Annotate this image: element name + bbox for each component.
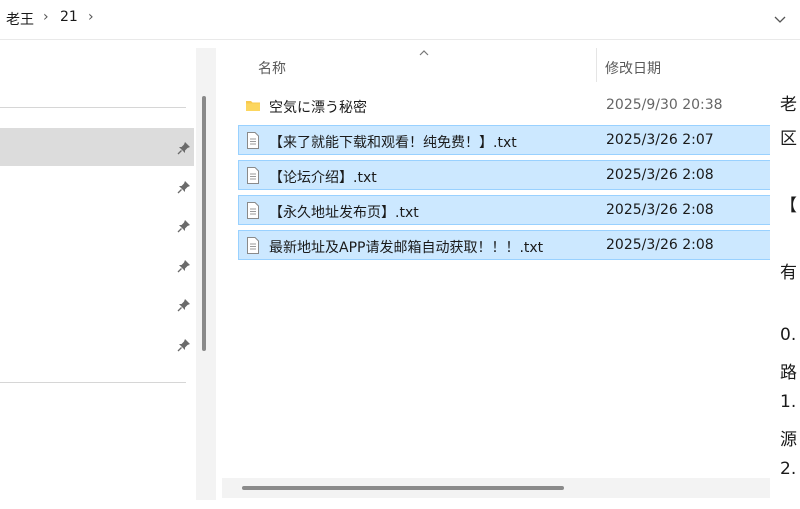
- pin-icon[interactable]: [177, 259, 191, 273]
- text-file-icon: [247, 167, 259, 184]
- file-row-selected[interactable]: 【永久地址发布页】.txt 2025/3/26 2:08: [238, 195, 770, 225]
- file-name: 【论坛介绍】.txt: [269, 170, 377, 186]
- text-file-icon: [247, 132, 259, 149]
- quick-access-item[interactable]: [0, 168, 194, 206]
- nav-divider: [0, 382, 186, 383]
- file-date: 2025/9/30 20:38: [606, 97, 723, 113]
- address-bar: 老王 › 21 ›: [0, 0, 800, 40]
- pin-icon[interactable]: [177, 180, 191, 194]
- breadcrumb-item-21[interactable]: 21: [60, 9, 78, 25]
- file-name: 最新地址及APP请发邮箱自动获取！！！.txt: [269, 240, 544, 256]
- nav-scrollbar[interactable]: [196, 48, 216, 500]
- file-name: 【来了就能下载和观看！纯免费！】.txt: [269, 135, 517, 151]
- preview-text-line: 老: [780, 95, 797, 115]
- chevron-down-icon[interactable]: [772, 11, 788, 27]
- nav-divider: [0, 107, 186, 108]
- quick-access-item[interactable]: [0, 286, 194, 324]
- file-row-selected[interactable]: 【论坛介绍】.txt 2025/3/26 2:08: [238, 160, 770, 190]
- preview-text-line: 源: [780, 430, 797, 450]
- column-header-name[interactable]: 名称: [258, 58, 286, 78]
- column-divider[interactable]: [596, 48, 597, 82]
- pin-icon[interactable]: [177, 338, 191, 352]
- pin-icon[interactable]: [177, 141, 191, 155]
- horizontal-scrollbar[interactable]: [222, 478, 770, 498]
- horizontal-scrollbar-thumb[interactable]: [242, 486, 564, 490]
- preview-text-line: 2.: [780, 459, 797, 479]
- sort-caret-icon: [419, 50, 429, 56]
- preview-text-line: 1.: [780, 392, 797, 412]
- column-header-modified[interactable]: 修改日期: [605, 58, 661, 78]
- text-file-icon: [247, 202, 259, 219]
- file-date: 2025/3/26 2:08: [606, 167, 714, 183]
- text-file-icon: [247, 237, 259, 254]
- preview-text-line: 路: [780, 363, 797, 383]
- file-name: 空気に漂う秘密: [269, 100, 367, 116]
- file-date: 2025/3/26 2:07: [606, 132, 714, 148]
- breadcrumb-separator[interactable]: ›: [43, 9, 49, 25]
- preview-text-line: 【: [780, 196, 797, 216]
- file-date: 2025/3/26 2:08: [606, 237, 714, 253]
- quick-access-item[interactable]: [0, 247, 194, 285]
- file-row-selected[interactable]: 【来了就能下载和观看！纯免费！】.txt 2025/3/26 2:07: [238, 125, 770, 155]
- folder-icon: [246, 101, 260, 111]
- file-list: 名称 修改日期 空気に漂う秘密 2025/9/30 20:38 【来了就能下载和…: [220, 48, 770, 500]
- file-name: 【永久地址发布页】.txt: [269, 205, 419, 221]
- preview-text-line: 区: [780, 129, 797, 149]
- file-row-folder[interactable]: 空気に漂う秘密 2025/9/30 20:38: [238, 90, 770, 120]
- preview-text-line: 0.: [780, 325, 797, 345]
- navigation-pane: [0, 48, 216, 500]
- nav-scrollbar-thumb[interactable]: [202, 96, 206, 351]
- file-date: 2025/3/26 2:08: [606, 202, 714, 218]
- quick-access-item[interactable]: [0, 325, 194, 363]
- breadcrumb-separator[interactable]: ›: [88, 9, 94, 25]
- quick-access-item[interactable]: [0, 207, 194, 245]
- pin-icon[interactable]: [177, 298, 191, 312]
- pin-icon[interactable]: [177, 219, 191, 233]
- file-row-selected[interactable]: 最新地址及APP请发邮箱自动获取！！！.txt 2025/3/26 2:08: [238, 230, 770, 260]
- quick-access-item[interactable]: [0, 128, 194, 166]
- preview-text-line: 有: [780, 263, 797, 283]
- breadcrumb-item-laowang[interactable]: 老王: [6, 9, 34, 29]
- preview-pane: 老 区 【 有 0. 路 1. 源 2.: [770, 48, 800, 509]
